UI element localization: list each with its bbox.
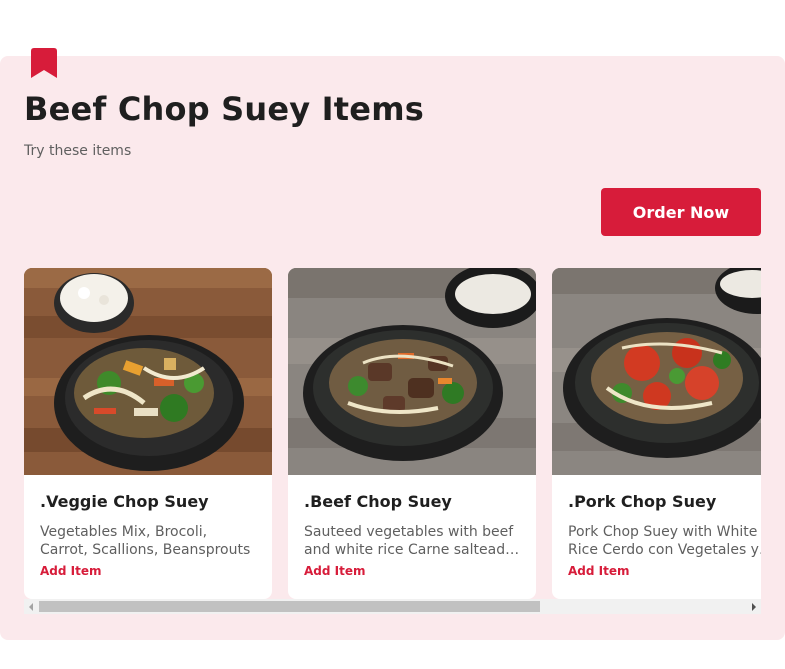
carousel-scrollbar[interactable] <box>24 599 761 614</box>
item-name: .Beef Chop Suey <box>304 492 452 511</box>
item-description: Vegetables Mix, Brocoli, Carrot, Scallio… <box>40 524 251 558</box>
page-subtitle: Try these items <box>24 143 132 159</box>
item-photo <box>24 268 272 475</box>
scrollbar-thumb[interactable] <box>39 601 540 612</box>
order-now-button[interactable]: Order Now <box>601 188 761 236</box>
item-name: .Pork Chop Suey <box>568 492 717 511</box>
add-item-link[interactable]: Add Item <box>568 564 630 578</box>
item-description: Pork Chop Suey with White Rice Cerdo con… <box>568 524 759 558</box>
add-item-link[interactable]: Add Item <box>304 564 366 578</box>
item-photo <box>552 268 761 475</box>
item-description: Sauteed vegetables with beef and white r… <box>304 524 514 558</box>
carousel-track: .Veggie Chop Suey Vegetables Mix, Brocol… <box>24 268 761 599</box>
scroll-right-arrow-icon[interactable] <box>752 603 756 611</box>
scroll-left-arrow-icon[interactable] <box>29 603 33 611</box>
items-carousel[interactable]: .Veggie Chop Suey Vegetables Mix, Brocol… <box>24 268 761 599</box>
item-card-veggie-chop-suey[interactable]: .Veggie Chop Suey Vegetables Mix, Brocol… <box>24 268 272 599</box>
bookmark-icon <box>31 48 57 78</box>
item-photo <box>288 268 536 475</box>
item-card-beef-chop-suey[interactable]: .Beef Chop Suey Sauteed vegetables with … <box>288 268 536 599</box>
item-card-pork-chop-suey[interactable]: .Pork Chop Suey Pork Chop Suey with Whit… <box>552 268 761 599</box>
page-title: Beef Chop Suey Items <box>24 90 424 128</box>
add-item-link[interactable]: Add Item <box>40 564 102 578</box>
item-name: .Veggie Chop Suey <box>40 492 209 511</box>
